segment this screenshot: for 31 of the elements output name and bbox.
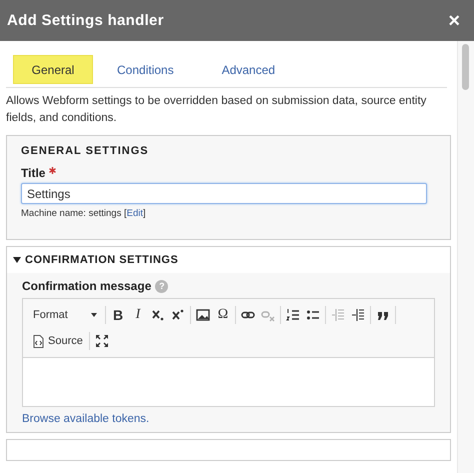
close-button[interactable]: × [448, 10, 460, 30]
indent-icon [351, 308, 365, 322]
source-button[interactable]: Source [29, 330, 87, 352]
numbered-list-icon [286, 308, 300, 322]
caret-icon [91, 313, 97, 317]
format-dropdown[interactable]: Format [29, 304, 103, 326]
machine-name-text: Machine name: settings [Edit] [21, 208, 147, 219]
tab[interactable]: Advanced [198, 55, 300, 84]
field-label: Confirmation message [22, 279, 152, 293]
superscript-icon [171, 308, 185, 322]
tab[interactable]: Conditions [93, 55, 198, 84]
italic-button[interactable]: I [128, 304, 148, 326]
bold-button[interactable]: B [108, 304, 128, 326]
field-label: Title [21, 166, 46, 180]
maximize-icon [94, 334, 109, 348]
code-file-icon [33, 334, 44, 348]
subscript-icon [151, 308, 165, 322]
section-toggle[interactable]: CONFIRMATION SETTINGS [7, 247, 450, 273]
description-text: Allows Webform settings to be overridden based on submission data, source entity fields, and conditions. [6, 94, 428, 126]
scrollbar-thumb[interactable] [462, 44, 469, 90]
bulleted-list-icon [306, 308, 320, 322]
scrollbar[interactable] [457, 41, 474, 473]
section-heading: GENERAL SETTINGS [21, 145, 150, 157]
outdent-icon [331, 308, 345, 322]
browse-tokens-link[interactable]: Browse available tokens. [22, 413, 150, 425]
image-icon [196, 308, 210, 322]
dialog-title: Add Settings handler [7, 12, 164, 29]
special-character-button[interactable]: Ω [213, 304, 233, 326]
title-input-field[interactable]: Settings [21, 183, 427, 204]
edit-link[interactable]: Edit [126, 208, 143, 219]
tab[interactable]: General [13, 55, 93, 84]
